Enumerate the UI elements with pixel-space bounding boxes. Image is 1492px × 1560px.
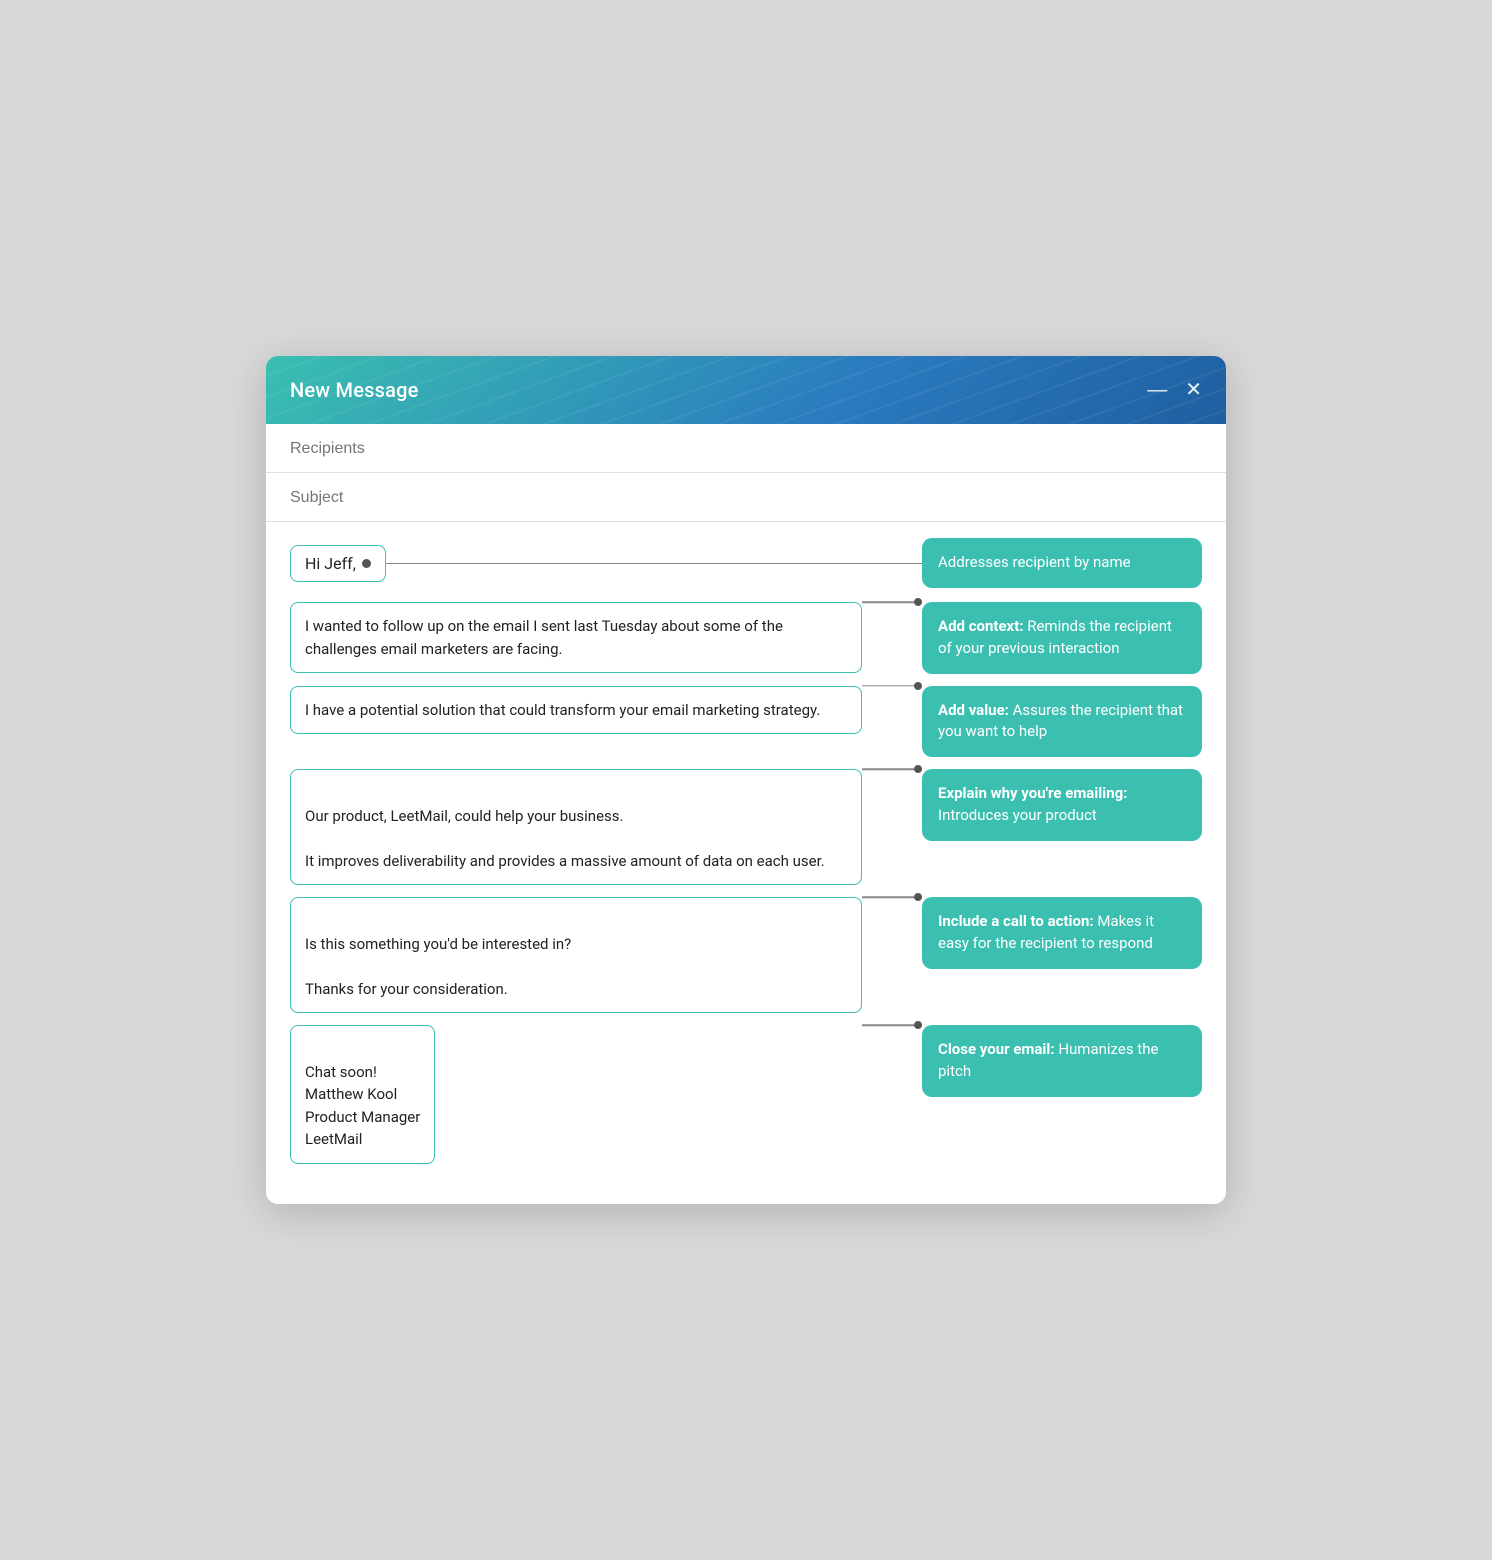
context-row: I wanted to follow up on the email I sen… [290,602,1202,674]
explain-bold: Explain why you're emailing: [938,784,1127,802]
context-bubble: Add context: Reminds the recipient of yo… [922,602,1202,674]
greeting-block: Hi Jeff, [290,545,386,582]
explain-text: Our product, LeetMail, could help your b… [305,807,825,870]
close-text: Chat soon! Matthew Kool Product Manager … [305,1063,420,1149]
context-text: I wanted to follow up on the email I sen… [305,617,783,658]
cta-bold: Include a call to action: [938,912,1094,930]
context-line [862,601,922,603]
email-window: New Message — ✕ Hi Jeff, Addresses recip… [266,356,1226,1203]
cta-text: Is this something you'd be interested in… [305,935,571,998]
cta-email-block: Is this something you'd be interested in… [290,897,862,1013]
cta-row: Is this something you'd be interested in… [290,897,1202,1013]
explain-text-block: Our product, LeetMail, could help your b… [290,769,862,885]
value-dot-right [914,682,922,690]
value-bubble: Add value: Assures the recipient that yo… [922,686,1202,758]
context-dot-right [914,598,922,606]
greeting-connector-line [386,563,922,565]
greeting-row: Hi Jeff, Addresses recipient by name [290,538,1202,588]
context-text-block: I wanted to follow up on the email I sen… [290,602,862,673]
window-title: New Message [290,378,419,402]
value-bold: Add value: [938,701,1009,719]
context-email-block: I wanted to follow up on the email I sen… [290,602,862,673]
explain-annotation: Explain why you're emailing: Introduces … [922,769,1202,841]
close-button[interactable]: ✕ [1185,380,1202,400]
value-text-block: I have a potential solution that could t… [290,686,862,735]
close-row: Chat soon! Matthew Kool Product Manager … [290,1025,1202,1164]
recipients-row [266,424,1226,473]
subject-row [266,473,1226,522]
explain-bubble: Explain why you're emailing: Introduces … [922,769,1202,841]
close-email-block: Chat soon! Matthew Kool Product Manager … [290,1025,862,1164]
value-email-block: I have a potential solution that could t… [290,686,862,735]
window-controls: — ✕ [1147,380,1202,400]
explain-line [862,768,922,770]
value-annotation: Add value: Assures the recipient that yo… [922,686,1202,758]
greeting-annotation-text: Addresses recipient by name [938,553,1131,571]
close-bubble: Close your email: Humanizes the pitch [922,1025,1202,1097]
explain-email-block: Our product, LeetMail, could help your b… [290,769,862,885]
value-row: I have a potential solution that could t… [290,686,1202,758]
context-bold: Add context: [938,617,1024,635]
context-annotation: Add context: Reminds the recipient of yo… [922,602,1202,674]
explain-row: Our product, LeetMail, could help your b… [290,769,1202,885]
close-text-block: Chat soon! Matthew Kool Product Manager … [290,1025,435,1164]
cta-dot-right [914,893,922,901]
explain-dot-right [914,765,922,773]
recipients-input[interactable] [290,440,1202,458]
close-bold: Close your email: [938,1040,1055,1058]
minimize-button[interactable]: — [1147,380,1167,400]
subject-input[interactable] [290,489,1202,507]
cta-line [862,896,922,898]
value-text: I have a potential solution that could t… [305,701,820,719]
greeting-annotation-bubble: Addresses recipient by name [922,538,1202,588]
greeting-connector-dot [362,559,371,568]
value-line [862,685,922,687]
cta-bubble: Include a call to action: Makes it easy … [922,897,1202,969]
email-body-area: Hi Jeff, Addresses recipient by name I w… [266,522,1226,1203]
cta-annotation: Include a call to action: Makes it easy … [922,897,1202,969]
cta-text-block: Is this something you'd be interested in… [290,897,862,1013]
close-dot-right [914,1021,922,1029]
window-header: New Message — ✕ [266,356,1226,424]
greeting-text: Hi Jeff, [305,554,356,573]
close-line [862,1024,922,1026]
explain-annotation-text: Introduces your product [938,806,1097,824]
close-annotation: Close your email: Humanizes the pitch [922,1025,1202,1097]
